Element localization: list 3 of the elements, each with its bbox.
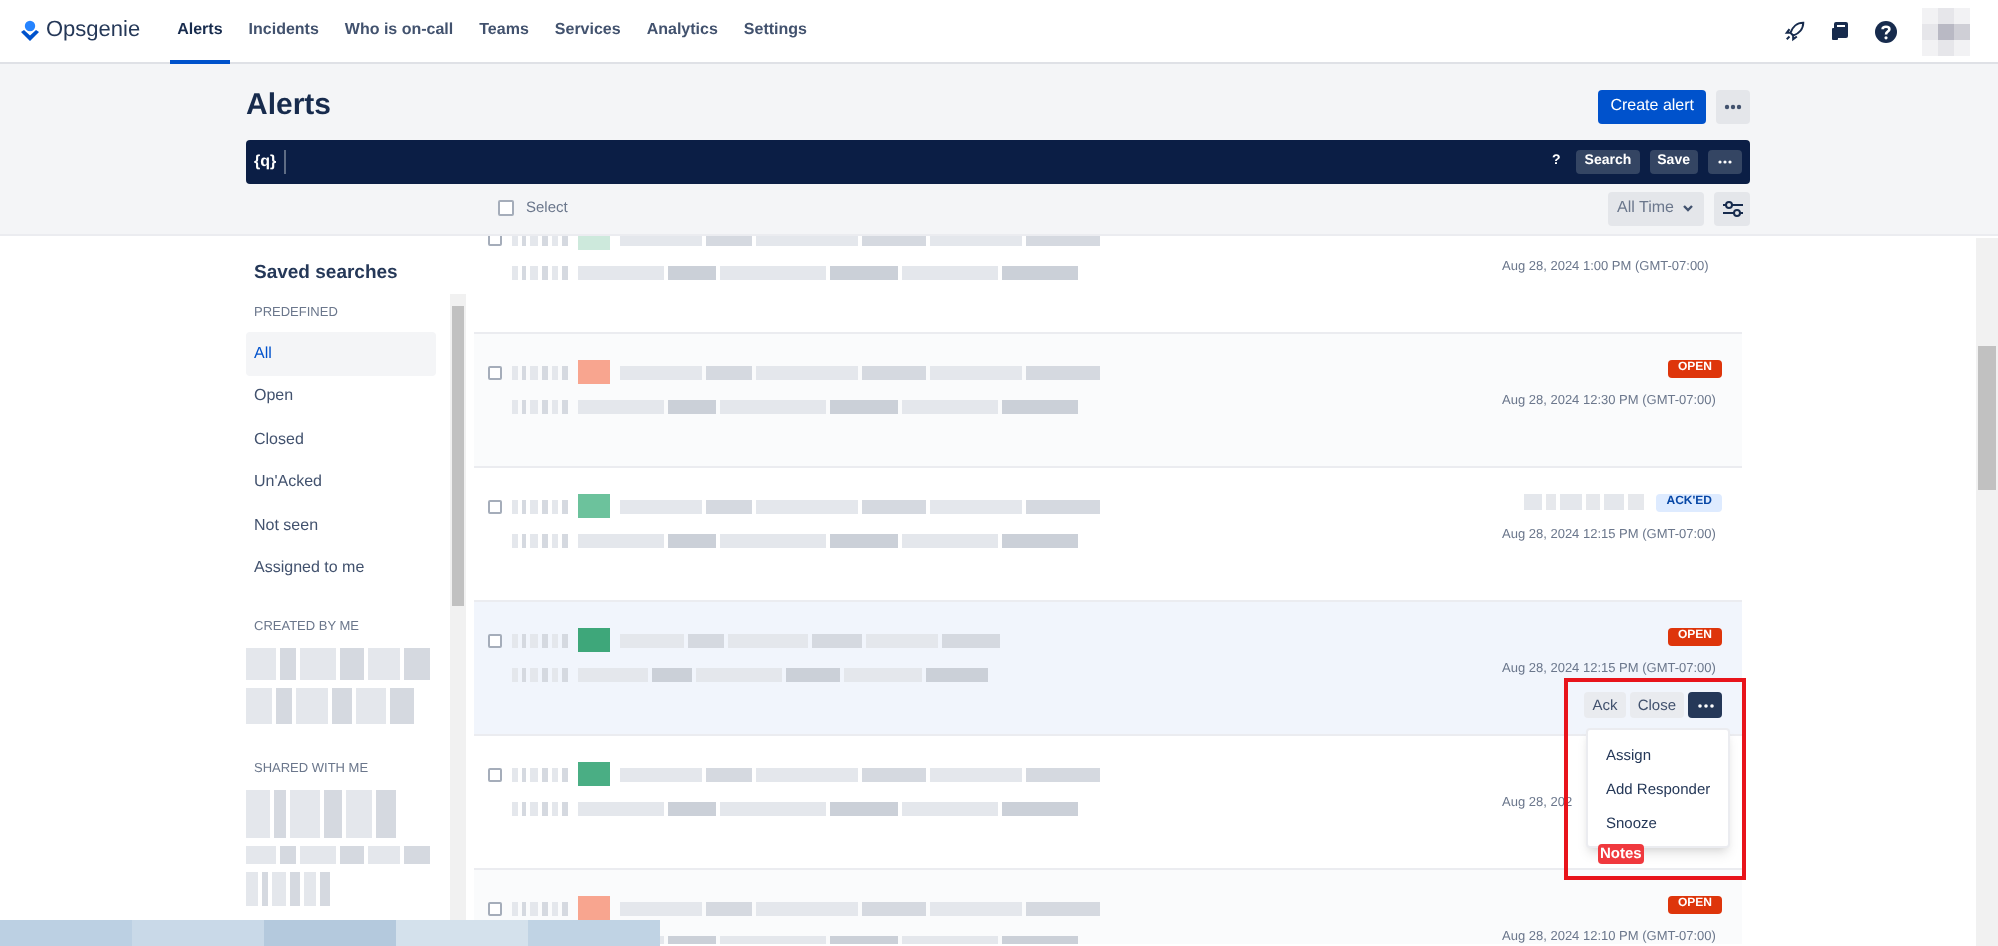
page-title: Alerts: [246, 85, 332, 126]
query-logo: {q}: [254, 150, 277, 174]
sidebar-title: Saved searches: [254, 260, 400, 288]
